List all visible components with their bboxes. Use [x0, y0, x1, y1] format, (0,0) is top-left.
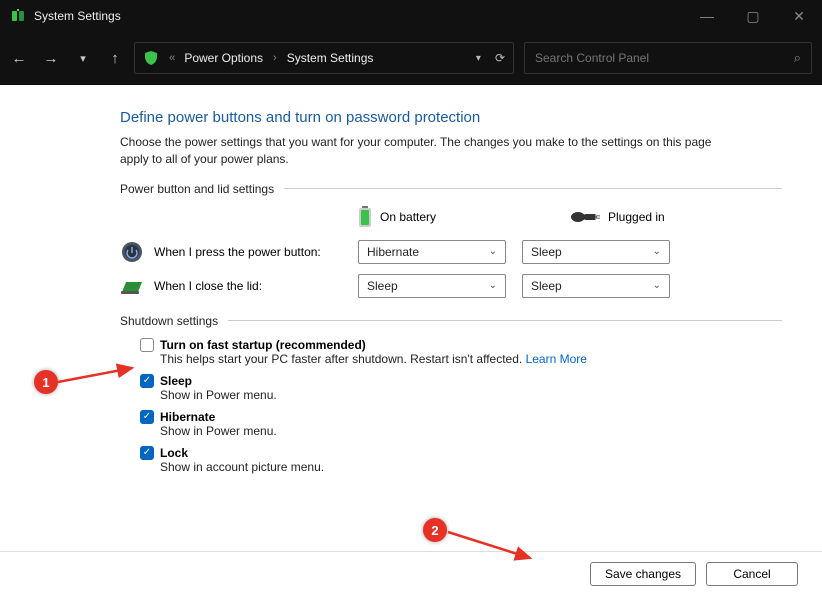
column-plugged-in: Plugged in: [608, 210, 665, 224]
minimize-button[interactable]: —: [684, 0, 730, 32]
footer: Save changes Cancel: [0, 551, 822, 595]
combo-lid-plugged[interactable]: Sleep⌄: [522, 274, 670, 298]
divider: [284, 188, 782, 189]
address-icon: [143, 50, 159, 66]
combo-power-plugged[interactable]: Sleep⌄: [522, 240, 670, 264]
refresh-button[interactable]: ⟳: [495, 51, 505, 65]
sub-hibernate: Show in Power menu.: [160, 424, 782, 438]
row-lid-label: When I close the lid:: [154, 279, 262, 293]
search-icon[interactable]: ⌕: [794, 50, 801, 66]
chevron-down-icon: ⌄: [489, 280, 497, 291]
page-heading: Define power buttons and turn on passwor…: [120, 109, 782, 126]
cancel-button[interactable]: Cancel: [706, 562, 798, 586]
section-power-lid-label: Power button and lid settings: [120, 182, 274, 196]
breadcrumb-item-1[interactable]: Power Options: [184, 51, 263, 65]
column-on-battery: On battery: [380, 210, 436, 224]
close-button[interactable]: ✕: [776, 0, 822, 32]
nav-back-button[interactable]: ←: [10, 50, 28, 67]
window-icon: [10, 8, 26, 24]
chevron-down-icon: ⌄: [653, 280, 661, 291]
checkbox-sleep[interactable]: [140, 374, 154, 388]
combo-power-battery[interactable]: Hibernate⌄: [358, 240, 506, 264]
checkbox-lock[interactable]: [140, 446, 154, 460]
title-bar: System Settings — ▢ ✕: [0, 0, 822, 32]
divider: [228, 320, 782, 321]
label-sleep: Sleep: [160, 374, 192, 388]
link-learn-more[interactable]: Learn More: [526, 352, 587, 366]
combo-lid-battery[interactable]: Sleep⌄: [358, 274, 506, 298]
window-title: System Settings: [34, 9, 121, 23]
label-fast-startup: Turn on fast startup (recommended): [160, 338, 366, 352]
marker-1: 1: [34, 370, 58, 394]
search-input[interactable]: [535, 51, 755, 65]
chevron-down-icon: ⌄: [653, 246, 661, 257]
address-bar[interactable]: ‹‹ Power Options › System Settings ▾ ⟳: [134, 42, 514, 74]
search-bar[interactable]: ⌕: [524, 42, 812, 74]
plug-icon: [570, 210, 600, 224]
checkbox-fast-startup[interactable]: [140, 338, 154, 352]
power-button-icon: [120, 240, 144, 264]
chevron-left-icon: ‹‹: [169, 52, 174, 64]
page-description: Choose the power settings that you want …: [120, 134, 740, 168]
nav-up-button[interactable]: ↑: [106, 50, 124, 67]
label-hibernate: Hibernate: [160, 410, 215, 424]
lid-icon: [120, 274, 144, 298]
battery-icon: [358, 206, 372, 228]
maximize-button[interactable]: ▢: [730, 0, 776, 32]
nav-recent-button[interactable]: ▾: [74, 52, 92, 65]
checkbox-hibernate[interactable]: [140, 410, 154, 424]
address-dropdown-icon[interactable]: ▾: [476, 53, 481, 64]
sub-fast-startup: This helps start your PC faster after sh…: [160, 352, 522, 366]
chevron-right-icon: ›: [273, 52, 277, 64]
row-power-button-label: When I press the power button:: [154, 245, 321, 259]
save-button[interactable]: Save changes: [590, 562, 696, 586]
marker-2: 2: [423, 518, 447, 542]
chevron-down-icon: ⌄: [489, 246, 497, 257]
sub-sleep: Show in Power menu.: [160, 388, 782, 402]
content-pane: Define power buttons and turn on passwor…: [0, 84, 822, 551]
toolbar: ← → ▾ ↑ ‹‹ Power Options › System Settin…: [0, 32, 822, 84]
section-shutdown-label: Shutdown settings: [120, 314, 218, 328]
label-lock: Lock: [160, 446, 188, 460]
sub-lock: Show in account picture menu.: [160, 460, 782, 474]
nav-forward-button[interactable]: →: [42, 50, 60, 67]
breadcrumb-item-2[interactable]: System Settings: [287, 51, 374, 65]
